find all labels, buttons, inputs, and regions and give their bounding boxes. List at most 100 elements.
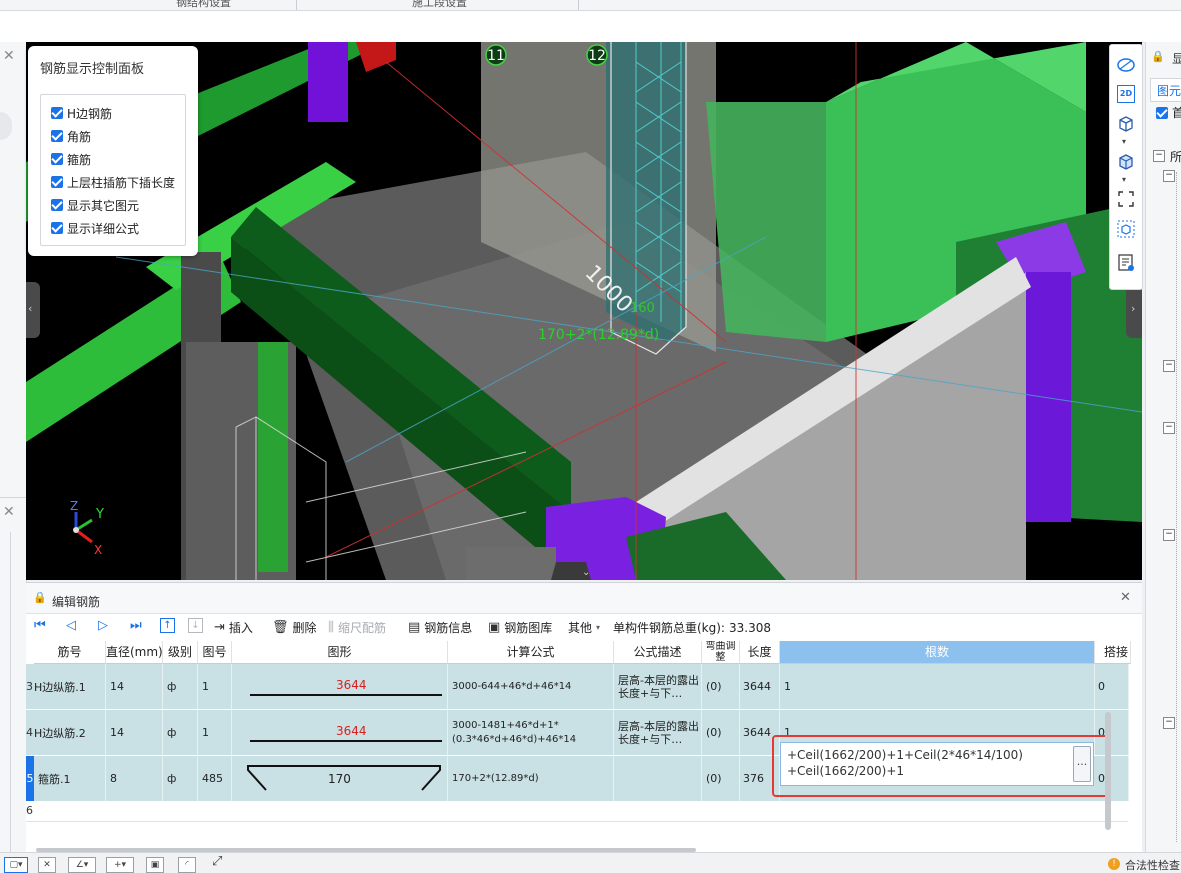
collapse-arrow: ⌄ — [582, 567, 590, 578]
tab-construction-section[interactable]: 施工段设置 — [412, 0, 467, 10]
axis-label-11: 11 — [487, 48, 505, 64]
checkbox-checked-icon[interactable] — [51, 107, 63, 119]
other-dropdown[interactable]: 其他 ▾ — [568, 619, 600, 636]
rebar-info-button[interactable]: ▤ 钢筋信息 — [408, 619, 472, 636]
col-header-rebar-no[interactable]: 筋号 — [34, 641, 106, 664]
axis-label-12: 12 — [588, 48, 606, 64]
plus-icon[interactable]: +▾ — [106, 857, 134, 873]
close-icon[interactable]: ✕ — [3, 48, 15, 64]
legal-check-status[interactable]: 合法性检查 — [1125, 857, 1180, 873]
orbit-icon[interactable] — [1116, 55, 1136, 75]
right-panel-check[interactable]: 首 — [1156, 104, 1181, 121]
col-header-length[interactable]: 长度 — [740, 641, 780, 664]
chevron-down-icon: ▾ — [596, 623, 601, 632]
checkbox-checked-icon[interactable] — [51, 153, 63, 165]
prev-row-icon[interactable]: ◁ — [66, 618, 76, 633]
collapse-icon[interactable]: − — [1163, 529, 1175, 541]
col-header-shape[interactable]: 图形 — [232, 641, 448, 664]
box-icon[interactable]: ▣ — [146, 857, 164, 873]
chevron-down-icon[interactable]: ▾ — [1122, 175, 1126, 184]
first-row-icon[interactable]: ⏮ — [34, 618, 46, 633]
tab-elements[interactable]: 图元 — [1150, 78, 1181, 102]
info-list-icon: ▤ — [408, 620, 421, 635]
table-row[interactable]: 3 H边纵筋.1 14 ф 1 3644 3000-644+46*d+46*14… — [26, 664, 1129, 710]
lock-icon: 🔒 — [1151, 50, 1165, 63]
checkbox-checked-icon[interactable] — [51, 130, 63, 142]
col-header-count[interactable]: 根数 — [780, 641, 1095, 664]
select-mode-icon[interactable]: ▢▾ — [4, 857, 28, 873]
tab-steel-structure[interactable]: 钢结构设置 — [176, 0, 231, 10]
select-cube-icon[interactable] — [1116, 219, 1136, 239]
chevron-right-icon: › — [1131, 302, 1136, 315]
right-side-panel: 🔒 显 图元 首 − 所 − − − − − — [1145, 42, 1181, 852]
edit-rebar-panel: 🔒 编辑钢筋 ✕ ⏮ ◁ ▷ ⏭ ↑ ↓ ⇥ 插入 🗑 删除 ⫼ 缩尺配筋 ▤ 钢筋信息… — [26, 582, 1142, 853]
collapse-icon[interactable]: − — [1163, 717, 1175, 729]
svg-text:Z: Z — [70, 499, 78, 513]
scale-rebar-button[interactable]: ⫼ 缩尺配筋 — [328, 619, 386, 636]
option-corner-rebar[interactable]: 角筋 — [51, 127, 91, 145]
move-down-icon[interactable]: ↓ — [188, 618, 203, 633]
scale-icon: ⫼ — [328, 620, 334, 635]
checkbox-checked-icon[interactable] — [51, 176, 63, 188]
table-row-empty[interactable]: 6 — [26, 802, 1128, 821]
chevron-left-icon: ‹ — [28, 302, 33, 315]
col-header-formula-desc[interactable]: 公式描述 — [614, 641, 702, 664]
dimension-text-short: 160 — [630, 301, 655, 316]
expand-icon[interactable]: ⤢ — [212, 854, 222, 869]
curve-icon[interactable]: ◜ — [178, 857, 196, 873]
option-stirrup[interactable]: 箍筋 — [51, 150, 91, 168]
col-header-diameter[interactable]: 直径(mm) — [106, 641, 163, 664]
option-show-detailed-formula[interactable]: 显示详细公式 — [51, 219, 139, 237]
checkbox-checked-icon[interactable] — [1156, 106, 1168, 119]
col-header-formula[interactable]: 计算公式 — [448, 641, 614, 664]
svg-text:Y: Y — [95, 507, 104, 522]
col-header-figure-no[interactable]: 图号 — [198, 641, 232, 664]
delete-button[interactable]: 🗑 删除 — [272, 619, 317, 636]
left-side-panel: ✕ ✕ — [0, 42, 27, 852]
top-tab-strip: 钢结构设置 施工段设置 — [0, 0, 1181, 11]
bottom-status-bar: ▢▾ ✕ ∠▾ +▾ ▣ ◜ ⤢ ! 合法性检查 — [0, 852, 1181, 873]
option-upper-column-dowel[interactable]: 上层柱插筋下插长度 — [51, 173, 175, 191]
viewport-left-handle[interactable]: ‹ — [26, 282, 40, 338]
panel-handle[interactable] — [0, 112, 12, 140]
collapse-icon[interactable]: − — [1163, 422, 1175, 434]
angle-icon[interactable]: ∠▾ — [68, 857, 96, 873]
property-list-icon[interactable] — [1116, 253, 1136, 273]
vertical-scrollbar[interactable] — [1105, 712, 1111, 830]
col-header-lap[interactable]: 搭接 — [1095, 641, 1131, 664]
col-header-grade[interactable]: 级别 — [163, 641, 198, 664]
option-show-other-elements[interactable]: 显示其它图元 — [51, 196, 139, 214]
cube-solid-icon[interactable] — [1116, 151, 1136, 171]
last-row-icon[interactable]: ⏭ — [130, 618, 142, 633]
lock-icon[interactable]: 🔒 — [33, 591, 47, 604]
viewport-right-handle[interactable]: › — [1126, 282, 1142, 338]
purple-column-top — [308, 42, 348, 122]
close-icon[interactable]: ✕ — [1120, 590, 1131, 605]
cross-icon[interactable]: ✕ — [38, 857, 56, 873]
fit-screen-icon[interactable] — [1116, 189, 1136, 209]
edit-toolbar: ⏮ ◁ ▷ ⏭ ↑ ↓ ⇥ 插入 🗑 删除 ⫼ 缩尺配筋 ▤ 钢筋信息 ▣ 钢筋图库 其他… — [26, 614, 1142, 640]
col-header-bend-adjust[interactable]: 弯曲调整 — [702, 641, 740, 664]
checkbox-checked-icon[interactable] — [51, 222, 63, 234]
insert-icon: ⇥ — [214, 620, 225, 635]
next-row-icon[interactable]: ▷ — [98, 618, 108, 633]
axis-gizmo: Z Y X — [70, 499, 104, 557]
collapse-icon[interactable]: − — [1153, 150, 1165, 162]
rebar-library-button[interactable]: ▣ 钢筋图库 — [488, 619, 552, 636]
shape-cell[interactable]: 3644 — [232, 664, 448, 709]
close-icon[interactable]: ✕ — [3, 504, 15, 520]
collapse-icon[interactable]: − — [1163, 360, 1175, 372]
edit-panel-title: 编辑钢筋 — [52, 595, 101, 609]
checkbox-checked-icon[interactable] — [51, 199, 63, 211]
insert-button[interactable]: ⇥ 插入 — [214, 619, 253, 636]
collapse-icon[interactable]: − — [1163, 170, 1175, 182]
option-h-edge-rebar[interactable]: H边钢筋 — [51, 104, 112, 122]
move-up-icon[interactable]: ↑ — [160, 618, 175, 633]
rebar-options-box: H边钢筋 角筋 箍筋 上层柱插筋下插长度 显示其它图元 显示详细公式 — [40, 94, 186, 246]
shape-cell[interactable]: 3644 — [232, 710, 448, 755]
chevron-down-icon[interactable]: ▾ — [1122, 137, 1126, 146]
view-2d-icon[interactable]: 2D — [1117, 85, 1135, 103]
cube-icon[interactable] — [1116, 113, 1136, 133]
view-toolbar: 2D ▾ ▾ — [1109, 44, 1143, 290]
shape-cell[interactable]: 170 — [232, 756, 448, 801]
